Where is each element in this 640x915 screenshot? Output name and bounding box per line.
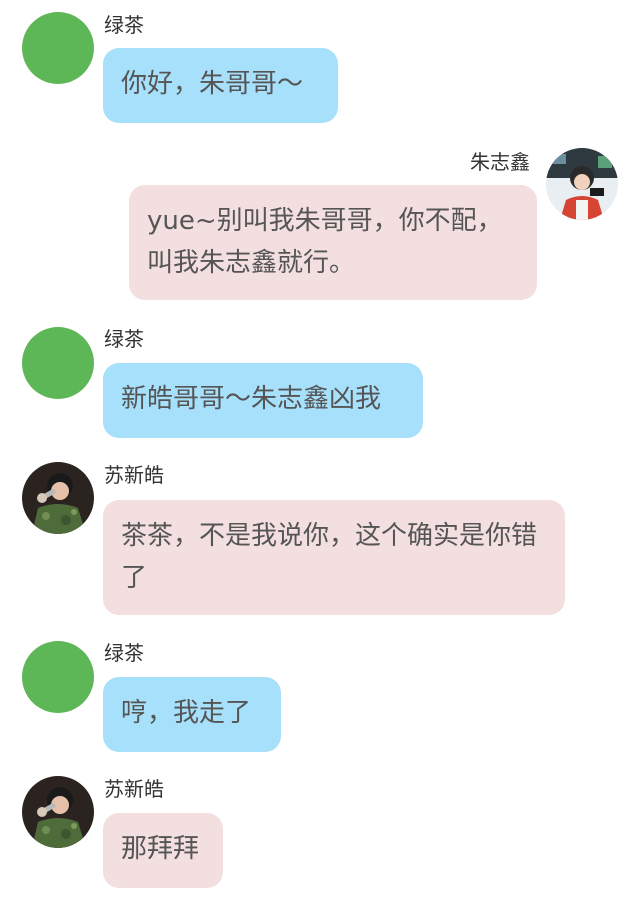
sender-name: 绿茶 xyxy=(104,13,144,37)
avatar[interactable] xyxy=(22,327,94,399)
message-bubble[interactable]: 那拜拜 xyxy=(103,813,223,888)
user-photo-icon xyxy=(22,776,94,848)
sender-name: 朱志鑫 xyxy=(470,150,530,174)
avatar[interactable] xyxy=(546,148,618,220)
message-bubble[interactable]: 新皓哥哥～朱志鑫凶我 xyxy=(103,363,423,438)
avatar[interactable] xyxy=(22,776,94,848)
avatar[interactable] xyxy=(22,462,94,534)
chat-thread: 绿茶 你好，朱哥哥～ 朱志鑫 yue~别叫我朱哥哥，你不配，叫我朱志鑫就行。 绿… xyxy=(0,0,640,915)
sender-name: 绿茶 xyxy=(104,327,144,351)
message-bubble[interactable]: yue~别叫我朱哥哥，你不配，叫我朱志鑫就行。 xyxy=(129,185,537,300)
user-photo-icon xyxy=(22,462,94,534)
avatar[interactable] xyxy=(22,641,94,713)
message-bubble[interactable]: 茶茶，不是我说你，这个确实是你错了 xyxy=(103,500,565,615)
user-photo-icon xyxy=(546,148,618,220)
sender-name: 绿茶 xyxy=(104,641,144,665)
message-bubble[interactable]: 哼，我走了 xyxy=(103,677,281,752)
sender-name: 苏新皓 xyxy=(104,777,164,801)
sender-name: 苏新皓 xyxy=(104,463,164,487)
message-bubble[interactable]: 你好，朱哥哥～ xyxy=(103,48,338,123)
avatar[interactable] xyxy=(22,12,94,84)
